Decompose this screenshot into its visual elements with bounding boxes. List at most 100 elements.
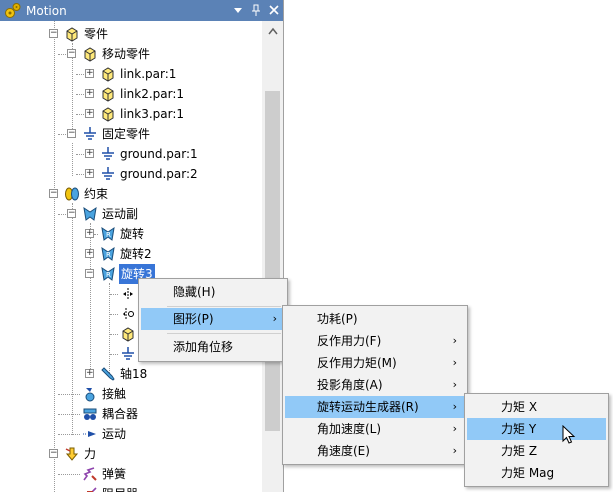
- revolute-joint-icon: R: [100, 226, 116, 242]
- menu-item-reaction-torque[interactable]: 反作用力矩(M) ›: [285, 352, 465, 374]
- tree-label: 弹簧: [102, 467, 127, 481]
- tree-item-moving-parts[interactable]: − 移动零件: [0, 44, 262, 64]
- tree-item-fixed-parts[interactable]: − 固定零件: [0, 124, 262, 144]
- panel-titlebar: Motion: [0, 0, 283, 21]
- menu-item-torque-mag[interactable]: 力矩 Mag: [467, 462, 606, 484]
- menu-item-reaction-force[interactable]: 反作用力(F) ›: [285, 330, 465, 352]
- spring-icon: [82, 466, 98, 482]
- menu-item-hide[interactable]: 隐藏(H): [141, 281, 285, 303]
- tree-item-coupler[interactable]: 耦合器: [0, 404, 262, 424]
- menu-separator: [167, 306, 281, 307]
- revolute-joint-icon: R: [100, 246, 116, 262]
- submenu-arrow-icon: ›: [452, 356, 457, 369]
- tree-item-constraints[interactable]: − 约束: [0, 184, 262, 204]
- tree-label: 运动: [102, 427, 127, 441]
- part-cube-icon: [100, 106, 116, 122]
- motion-logo-icon: [4, 2, 22, 20]
- vertical-scrollbar[interactable]: [262, 21, 283, 492]
- submenu-arrow-icon: ›: [452, 378, 457, 391]
- part-cube-icon: [82, 46, 98, 62]
- tree-item-damper[interactable]: 阻尼器: [0, 484, 262, 492]
- submenu-arrow-icon: ›: [452, 444, 457, 457]
- ground-icon: [82, 126, 98, 142]
- tree-label: 运动副: [102, 207, 139, 221]
- contact-icon: [82, 386, 98, 402]
- tree-item-forces[interactable]: − 力: [0, 444, 262, 464]
- panel-title: Motion: [26, 3, 67, 18]
- tree-item-contact[interactable]: 接触: [0, 384, 262, 404]
- menu-item-torque-x[interactable]: 力矩 X: [467, 396, 606, 418]
- tree-item-link1[interactable]: + link.par:1: [0, 64, 262, 84]
- tree-item-motion[interactable]: 运动: [0, 424, 262, 444]
- tree-label: 零件: [84, 27, 109, 41]
- tree-label: 轴18: [120, 367, 148, 381]
- tree-item-revolute1[interactable]: + R 旋转: [0, 224, 262, 244]
- tree-label: 阻尼器: [102, 484, 138, 492]
- tree-label: link3.par:1: [120, 107, 185, 121]
- menu-item-angular-acceleration[interactable]: 角加速度(L) ›: [285, 418, 465, 440]
- tree-item-ground2[interactable]: + ground.par:2: [0, 164, 262, 184]
- tree-item-axis18[interactable]: + 轴18: [0, 364, 262, 384]
- submenu-arrow-icon: ›: [452, 334, 457, 347]
- torque-submenu: 力矩 X 力矩 Y 力矩 Z 力矩 Mag: [464, 393, 609, 487]
- coupler-icon: [82, 406, 98, 422]
- tree-item-link2[interactable]: + link2.par:1: [0, 84, 262, 104]
- close-icon[interactable]: [268, 2, 280, 18]
- menu-item-torque-y[interactable]: 力矩 Y: [467, 418, 606, 440]
- motion-arrow-icon: [82, 426, 98, 442]
- menu-item-torque-z[interactable]: 力矩 Z: [467, 440, 606, 462]
- axis-icon: [100, 366, 116, 382]
- part-cube-icon: [100, 86, 116, 102]
- menu-item-power[interactable]: 功耗(P): [285, 308, 465, 330]
- menu-item-angular-velocity[interactable]: 角速度(E) ›: [285, 440, 465, 462]
- mouse-cursor-icon: [562, 424, 576, 448]
- context-menu: 隐藏(H) 图形(P) › 添加角位移: [138, 278, 288, 362]
- tree-item-link3[interactable]: + link3.par:1: [0, 104, 262, 124]
- joint-icon: [82, 206, 98, 222]
- svg-text:R: R: [106, 251, 111, 259]
- tree-label: 旋转2: [120, 247, 152, 261]
- ground-icon: [120, 346, 136, 362]
- tree-label: ground.par:1: [120, 147, 198, 161]
- tree-label: 约束: [84, 187, 109, 201]
- tree-label: 接触: [102, 387, 127, 401]
- submenu-arrow-icon: ›: [452, 400, 457, 413]
- ground-icon: [100, 146, 116, 162]
- ground-icon: [100, 166, 116, 182]
- menu-item-projected-angle[interactable]: 投影角度(A) ›: [285, 374, 465, 396]
- part-cube-icon: [64, 26, 80, 42]
- axis-align-icon: [120, 306, 136, 322]
- scrollbar-thumb[interactable]: [265, 91, 280, 431]
- constraint-icon: [64, 186, 80, 202]
- menu-item-rotational-motion-generator[interactable]: 旋转运动生成器(R) ›: [285, 396, 465, 418]
- tree-item-ground1[interactable]: + ground.par:1: [0, 144, 262, 164]
- submenu-arrow-icon: ›: [272, 312, 277, 325]
- submenu-arrow-icon: ›: [452, 422, 457, 435]
- pin-icon[interactable]: [250, 2, 262, 18]
- tree-item-spring[interactable]: 弹簧: [0, 464, 262, 484]
- part-cube-icon: [100, 66, 116, 82]
- graph-submenu: 功耗(P) 反作用力(F) › 反作用力矩(M) › 投影角度(A) › 旋转运…: [282, 305, 468, 465]
- tree-label: link2.par:1: [120, 87, 185, 101]
- part-cube-icon: [120, 326, 136, 342]
- tree-label: 耦合器: [102, 407, 139, 421]
- tree-item-revolute2[interactable]: + R 旋转2: [0, 244, 262, 264]
- revolute-joint-icon: R: [100, 266, 116, 282]
- svg-text:R: R: [106, 231, 111, 239]
- tree-label: link.par:1: [120, 67, 177, 81]
- motion-panel: Motion − 零件 − 移动零件 + link.par:1 + link2.…: [0, 0, 284, 492]
- dropdown-icon[interactable]: [232, 2, 244, 18]
- damper-icon: [82, 486, 98, 492]
- menu-item-graph[interactable]: 图形(P) ›: [141, 308, 285, 330]
- menu-item-add-angle[interactable]: 添加角位移: [141, 336, 285, 358]
- scroll-up-icon[interactable]: [262, 21, 283, 42]
- menu-separator: [167, 333, 281, 334]
- tree-label: 力: [84, 447, 97, 461]
- tree-label: 移动零件: [102, 47, 151, 61]
- tree-label: 旋转: [120, 227, 145, 241]
- tree-item-parts[interactable]: − 零件: [0, 24, 262, 44]
- coincident-icon: [120, 286, 136, 302]
- tree-item-joints[interactable]: − 运动副: [0, 204, 262, 224]
- motion-tree[interactable]: − 零件 − 移动零件 + link.par:1 + link2.par:1 +…: [0, 21, 262, 492]
- tree-label: 固定零件: [102, 127, 151, 141]
